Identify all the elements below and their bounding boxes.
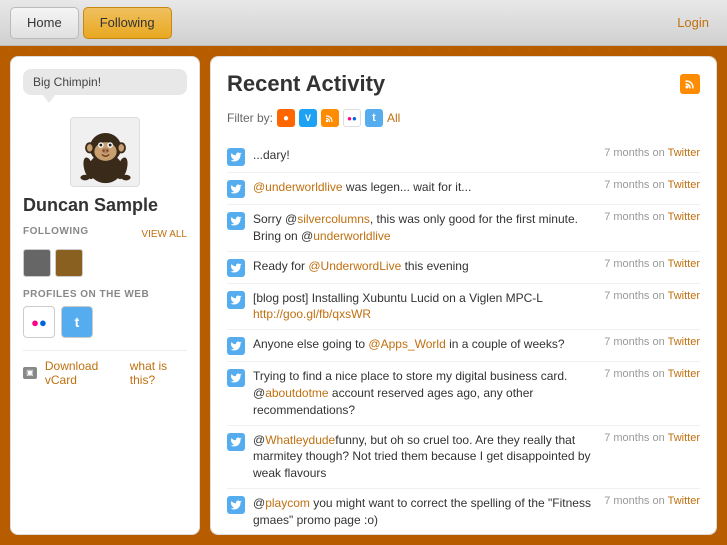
following-avatar-2[interactable] bbox=[55, 249, 83, 277]
activity-item: @Whatleydudefunny, but oh so cruel too. … bbox=[227, 426, 700, 489]
profiles-section: PROFILES ON THE WEB ●● t bbox=[23, 289, 187, 338]
download-vcard-link[interactable]: Download vCard bbox=[45, 359, 122, 387]
filter-icon-orange[interactable]: ● bbox=[277, 109, 295, 127]
following-label: FOLLOWING bbox=[23, 226, 89, 237]
flickr-icon[interactable]: ●● bbox=[23, 306, 55, 338]
activity-link[interactable]: Whatleydude bbox=[265, 433, 335, 447]
speech-bubble: Big Chimpin! bbox=[23, 69, 187, 95]
activity-service-link[interactable]: Twitter bbox=[668, 258, 700, 270]
activity-service-icon bbox=[227, 433, 245, 451]
avatar bbox=[70, 117, 140, 187]
content-header: Recent Activity bbox=[227, 71, 700, 97]
activity-text: Anyone else going to @Apps_World in a co… bbox=[253, 336, 596, 353]
top-navigation: Home Following Login bbox=[0, 0, 727, 46]
activity-text: Ready for @UnderwordLive this evening bbox=[253, 258, 596, 275]
activity-service-icon bbox=[227, 291, 245, 309]
activity-item: Ready for @UnderwordLive this evening 7 m… bbox=[227, 252, 700, 284]
activity-link[interactable]: @underworldlive bbox=[253, 180, 343, 194]
filter-icon-rss[interactable] bbox=[321, 109, 339, 127]
activity-link[interactable]: silvercolumns bbox=[297, 212, 370, 226]
activity-service-link[interactable]: Twitter bbox=[668, 495, 700, 507]
activity-meta: 7 months on Twitter bbox=[604, 290, 700, 302]
activity-text: @Whatleydudefunny, but oh so cruel too. … bbox=[253, 432, 596, 482]
following-section-header: FOLLOWING VIEW ALL bbox=[23, 226, 187, 243]
what-is-this-link[interactable]: what is this? bbox=[130, 359, 187, 387]
activity-meta: 7 months on Twitter bbox=[604, 495, 700, 507]
following-tab[interactable]: Following bbox=[83, 7, 172, 39]
activity-meta: 7 months on Twitter bbox=[604, 147, 700, 159]
activity-service-link[interactable]: Twitter bbox=[668, 336, 700, 348]
activity-service-icon bbox=[227, 212, 245, 230]
activity-meta: 7 months on Twitter bbox=[604, 432, 700, 444]
user-name: Duncan Sample bbox=[23, 195, 187, 216]
activity-service-icon bbox=[227, 337, 245, 355]
activity-meta: 7 months on Twitter bbox=[604, 368, 700, 380]
filter-all-link[interactable]: All bbox=[387, 111, 400, 125]
activity-link[interactable]: aboutdotme bbox=[265, 386, 328, 400]
activity-text: [blog post] Installing Xubuntu Lucid on … bbox=[253, 290, 596, 324]
activity-list: ...dary! 7 months on Twitter @underworldli… bbox=[227, 141, 700, 535]
activity-service-icon bbox=[227, 148, 245, 166]
activity-service-link[interactable]: Twitter bbox=[668, 179, 700, 191]
activity-service-link[interactable]: Twitter bbox=[668, 147, 700, 159]
activity-link[interactable]: http://goo.gl/fb/qxsWR bbox=[253, 307, 371, 321]
activity-text: Sorry @silvercolumns, this was only good… bbox=[253, 211, 596, 245]
activity-text: ...dary! bbox=[253, 147, 596, 164]
sidebar: Big Chimpin! bbox=[10, 56, 200, 535]
activity-item: @underworldlive was legen... wait for it… bbox=[227, 173, 700, 205]
avatar-container bbox=[23, 117, 187, 187]
main-layout: Big Chimpin! bbox=[0, 46, 727, 545]
filter-label: Filter by: bbox=[227, 111, 273, 125]
activity-service-link[interactable]: Twitter bbox=[668, 211, 700, 223]
activity-meta: 7 months on Twitter bbox=[604, 179, 700, 191]
home-tab[interactable]: Home bbox=[10, 7, 79, 39]
activity-meta: 7 months on Twitter bbox=[604, 336, 700, 348]
activity-item: [blog post] Installing Xubuntu Lucid on … bbox=[227, 284, 700, 331]
login-link[interactable]: Login bbox=[677, 15, 717, 30]
activity-link[interactable]: @Apps_World bbox=[368, 337, 445, 351]
activity-link[interactable]: @UnderwordLive bbox=[308, 259, 401, 273]
activity-service-icon bbox=[227, 369, 245, 387]
twitter-icon[interactable]: t bbox=[61, 306, 93, 338]
activity-service-icon bbox=[227, 496, 245, 514]
profiles-label: PROFILES ON THE WEB bbox=[23, 289, 187, 300]
content-area: Recent Activity Filter by: ● V ●● t All … bbox=[210, 56, 717, 535]
activity-item: Anyone else going to @Apps_World in a co… bbox=[227, 330, 700, 362]
activity-meta: 7 months on Twitter bbox=[604, 211, 700, 223]
activity-text: Trying to find a nice place to store my … bbox=[253, 368, 596, 418]
rss-icon[interactable] bbox=[680, 74, 700, 94]
filter-icon-flickr[interactable]: ●● bbox=[343, 109, 361, 127]
activity-item: Trying to find a nice place to store my … bbox=[227, 362, 700, 425]
activity-link[interactable]: playcom bbox=[265, 496, 310, 510]
activity-text: @playcom you might want to correct the s… bbox=[253, 495, 596, 529]
filter-bar: Filter by: ● V ●● t All bbox=[227, 109, 700, 127]
activity-link[interactable]: underworldlive bbox=[313, 229, 390, 243]
vcard-icon: ▣ bbox=[23, 367, 37, 379]
activity-service-link[interactable]: Twitter bbox=[668, 290, 700, 302]
view-all-link[interactable]: VIEW ALL bbox=[141, 229, 187, 240]
profile-icons: ●● t bbox=[23, 306, 187, 338]
activity-item: ...dary! 7 months on Twitter bbox=[227, 141, 700, 173]
activity-text: @underworldlive was legen... wait for it… bbox=[253, 179, 596, 196]
monkey-image bbox=[73, 120, 138, 185]
following-avatars bbox=[23, 249, 187, 277]
activity-service-link[interactable]: Twitter bbox=[668, 368, 700, 380]
activity-service-icon bbox=[227, 180, 245, 198]
activity-service-icon bbox=[227, 259, 245, 277]
vcard-section: ▣ Download vCard what is this? bbox=[23, 350, 187, 387]
content-title: Recent Activity bbox=[227, 71, 385, 97]
activity-service-link[interactable]: Twitter bbox=[668, 432, 700, 444]
activity-item: Sorry @silvercolumns, this was only good… bbox=[227, 205, 700, 252]
filter-icon-vimeo[interactable]: V bbox=[299, 109, 317, 127]
following-avatar-1[interactable] bbox=[23, 249, 51, 277]
activity-item: @playcom you might want to correct the s… bbox=[227, 489, 700, 535]
activity-meta: 7 months on Twitter bbox=[604, 258, 700, 270]
filter-icon-twitter[interactable]: t bbox=[365, 109, 383, 127]
